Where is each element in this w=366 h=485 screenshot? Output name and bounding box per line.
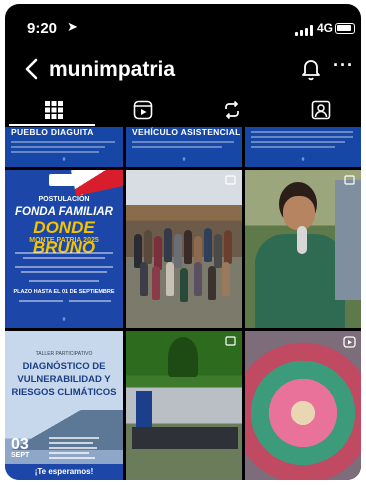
reels-icon [133, 100, 152, 120]
more-options-icon[interactable]: ··· [333, 55, 354, 76]
location-arrow-icon: ➤ [67, 19, 78, 34]
cta-bar: ¡Te esperamos! [5, 464, 123, 480]
microphone-graphic [297, 226, 307, 254]
photo-banner [136, 391, 152, 427]
fonda-label: POSTULACIÓN [38, 196, 90, 203]
photo-face [283, 196, 315, 230]
profile-username: munimpatria [49, 58, 176, 81]
photo-background-person [335, 180, 361, 300]
event-day: 03 [11, 436, 29, 453]
fonda-deadline: PLAZO HASTA EL 01 DE SEPTIEMBRE [13, 289, 115, 295]
event-month: SEPT [11, 452, 30, 459]
status-time: 9:20 [27, 20, 58, 37]
profile-tabs [5, 94, 361, 126]
post-blue-banner[interactable]: # [245, 127, 361, 167]
signal-icon [295, 25, 313, 36]
post-vehiculo-asistencial[interactable]: VEHÍCULO ASISTENCIAL # [126, 127, 242, 167]
grid-icon [44, 101, 63, 119]
posts-grid: PUEBLO DIAGUITA # VEHÍCULO ASISTENCIAL #… [5, 127, 361, 480]
multiple-images-icon [225, 336, 236, 346]
multiple-images-icon [225, 175, 236, 185]
post-group-photo[interactable] [126, 170, 242, 328]
post-title: VEHÍCULO ASISTENCIAL [132, 127, 241, 137]
post-title: PUEBLO DIAGUITA [11, 127, 94, 137]
post-hashtag: # [62, 317, 66, 323]
riesgos-title-line2: VULNERABILIDAD Y [17, 374, 111, 385]
post-hashtag: # [182, 157, 186, 163]
post-event-photo[interactable] [126, 331, 242, 480]
photo-crowd [132, 427, 238, 449]
status-bar: 9:20 ➤ 4G [5, 4, 361, 48]
tab-reposts[interactable] [187, 94, 276, 126]
post-boy-microphone[interactable] [245, 170, 361, 328]
tab-grid[interactable] [9, 94, 98, 126]
riesgos-title-line1: DIAGNÓSTICO DE [22, 361, 106, 372]
post-hashtag: # [301, 157, 305, 163]
post-fonda-familiar[interactable]: POSTULACIÓN FONDA FAMILIAR DONDE BRUNO M… [5, 170, 123, 328]
active-tab-indicator [9, 124, 95, 126]
riesgos-title-line3: RIESGOS CLIMÁTICOS [11, 387, 117, 398]
post-flower-carpet[interactable] [245, 331, 361, 480]
tab-tagged[interactable] [276, 94, 361, 126]
multiple-images-icon [344, 175, 355, 185]
profile-header: munimpatria ··· [5, 50, 361, 90]
tab-reels[interactable] [98, 94, 187, 126]
fonda-title-line1: FONDA FAMILIAR [15, 206, 113, 218]
back-arrow-icon[interactable] [19, 54, 47, 84]
fonda-subtitle: MONTE PATRIA 2025 [29, 237, 99, 244]
phone-screen: 9:20 ➤ 4G munimpatria ··· PUEBLO DIAGUIT… [5, 4, 361, 480]
post-riesgos-climaticos[interactable]: TALLER PARTICIPATIVO DIAGNÓSTICO DE VULN… [5, 331, 123, 480]
battery-icon [335, 23, 355, 34]
post-hashtag: # [62, 157, 66, 163]
notifications-bell-icon[interactable] [299, 56, 323, 82]
network-type: 4G [317, 21, 334, 35]
reel-icon [343, 336, 356, 348]
photo-tree [168, 337, 198, 377]
cta-text: ¡Te esperamos! [34, 467, 94, 476]
repost-icon [224, 100, 239, 120]
municipality-logo [49, 174, 75, 186]
post-pueblo-diaguita[interactable]: PUEBLO DIAGUITA # [5, 127, 123, 167]
taller-header: TALLER PARTICIPATIVO [35, 351, 93, 357]
chile-flag-graphic [70, 170, 123, 196]
tagged-person-icon [311, 100, 330, 120]
